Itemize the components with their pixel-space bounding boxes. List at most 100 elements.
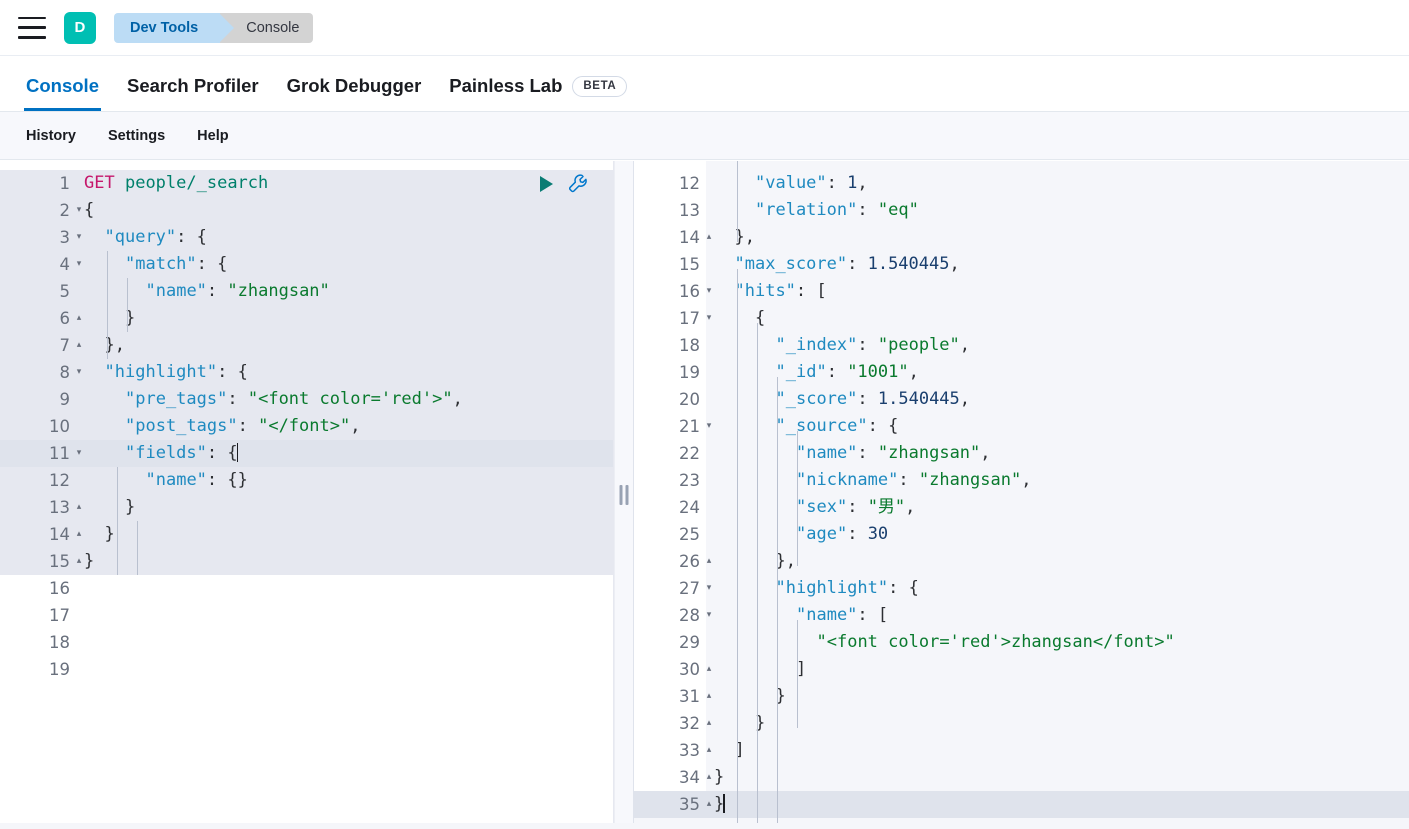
- indent-guide: [737, 161, 738, 242]
- tab-grok-debugger[interactable]: Grok Debugger: [273, 75, 436, 111]
- code-line[interactable]: },: [76, 332, 613, 359]
- code-line[interactable]: "post_tags": "</font>",: [76, 413, 613, 440]
- tab-grok-debugger-label: Grok Debugger: [287, 75, 422, 97]
- code-line[interactable]: "match": {: [76, 251, 613, 278]
- tab-console[interactable]: Console: [12, 75, 113, 111]
- line-number: 1: [0, 170, 76, 197]
- response-viewer-pane[interactable]: 121314▴1516▾17▾18192021▾2223242526▴27▾28…: [634, 161, 1409, 829]
- breadcrumb: Dev Tools Console: [114, 13, 313, 43]
- line-number: 34▴: [634, 764, 706, 791]
- line-number: 7▴: [0, 332, 76, 359]
- code-line[interactable]: "pre_tags": "<font color='red'>",: [76, 386, 613, 413]
- line-number: 13▴: [0, 494, 76, 521]
- line-number: 35▴: [634, 791, 706, 818]
- indent-guide: [797, 431, 798, 566]
- code-line[interactable]: "highlight": {: [76, 359, 613, 386]
- line-number: 14▴: [634, 224, 706, 251]
- code-line[interactable]: [76, 656, 613, 683]
- code-line[interactable]: }: [76, 521, 613, 548]
- run-request-icon[interactable]: [540, 176, 553, 192]
- line-number: 33▴: [634, 737, 706, 764]
- code-line[interactable]: }: [706, 683, 1409, 710]
- wrench-icon[interactable]: [567, 172, 591, 196]
- line-number: 23: [634, 467, 706, 494]
- code-line[interactable]: "highlight": {: [706, 575, 1409, 602]
- code-line[interactable]: }: [76, 305, 613, 332]
- code-line[interactable]: "name": "zhangsan": [76, 278, 613, 305]
- code-line[interactable]: "name": {}: [76, 467, 613, 494]
- line-number: 24: [634, 494, 706, 521]
- code-line[interactable]: }: [76, 548, 613, 575]
- tab-search-profiler-label: Search Profiler: [127, 75, 259, 97]
- response-code[interactable]: 121314▴1516▾17▾18192021▾2223242526▴27▾28…: [634, 161, 1409, 818]
- avatar[interactable]: D: [64, 12, 96, 44]
- request-code[interactable]: 12▾3▾4▾56▴7▴8▾91011▾1213▴14▴15▴16171819 …: [0, 161, 613, 683]
- tab-painless-lab[interactable]: Painless Lab BETA: [435, 75, 641, 111]
- line-number: 13: [634, 197, 706, 224]
- response-gutter[interactable]: 121314▴1516▾17▾18192021▾2223242526▴27▾28…: [634, 161, 706, 818]
- code-line[interactable]: [76, 575, 613, 602]
- code-line[interactable]: }: [706, 710, 1409, 737]
- code-line[interactable]: "name": [: [706, 602, 1409, 629]
- code-line[interactable]: }: [76, 494, 613, 521]
- breadcrumb-item-dev-tools[interactable]: Dev Tools: [114, 13, 220, 43]
- code-line[interactable]: "_source": {: [706, 413, 1409, 440]
- line-number: 28▾: [634, 602, 706, 629]
- response-lines[interactable]: "value": 1, "relation": "eq" }, "max_sco…: [706, 161, 1409, 818]
- code-line[interactable]: },: [706, 548, 1409, 575]
- subnav-item-help[interactable]: Help: [185, 122, 240, 150]
- code-line[interactable]: "hits": [: [706, 278, 1409, 305]
- line-number: 16▾: [634, 278, 706, 305]
- subnav-item-settings[interactable]: Settings: [96, 122, 177, 150]
- code-line[interactable]: "<font color='red'>zhangsan</font>": [706, 629, 1409, 656]
- indent-guide: [117, 467, 118, 575]
- console-subnav: History Settings Help: [0, 112, 1409, 160]
- code-line[interactable]: "_score": 1.540445,: [706, 386, 1409, 413]
- code-line[interactable]: [76, 629, 613, 656]
- request-editor-pane[interactable]: 12▾3▾4▾56▴7▴8▾91011▾1213▴14▴15▴16171819 …: [0, 161, 614, 829]
- line-number: 15▴: [0, 548, 76, 575]
- code-line[interactable]: "_index": "people",: [706, 332, 1409, 359]
- request-gutter[interactable]: 12▾3▾4▾56▴7▴8▾91011▾1213▴14▴15▴16171819: [0, 161, 76, 683]
- code-line[interactable]: ]: [706, 737, 1409, 764]
- request-lines[interactable]: GET people/_search{ "query": { "match": …: [76, 161, 613, 683]
- line-number: 20: [634, 386, 706, 413]
- indent-guide: [777, 377, 778, 829]
- beta-badge: BETA: [572, 76, 627, 97]
- code-line[interactable]: {: [706, 305, 1409, 332]
- code-line[interactable]: "nickname": "zhangsan",: [706, 467, 1409, 494]
- code-line[interactable]: }: [706, 791, 1409, 818]
- line-number: 15: [634, 251, 706, 278]
- line-number: 3▾: [0, 224, 76, 251]
- line-number: 31▴: [634, 683, 706, 710]
- tab-search-profiler[interactable]: Search Profiler: [113, 75, 273, 111]
- code-line[interactable]: "age": 30: [706, 521, 1409, 548]
- subnav-item-history[interactable]: History: [14, 122, 88, 150]
- request-actions: [540, 170, 591, 197]
- code-line[interactable]: "_id": "1001",: [706, 359, 1409, 386]
- indent-guide: [127, 278, 128, 332]
- code-line[interactable]: "value": 1,: [706, 170, 1409, 197]
- code-line[interactable]: "max_score": 1.540445,: [706, 251, 1409, 278]
- code-line[interactable]: }: [706, 764, 1409, 791]
- hamburger-menu-icon[interactable]: [18, 17, 46, 39]
- code-line[interactable]: "sex": "男",: [706, 494, 1409, 521]
- code-line[interactable]: ]: [706, 656, 1409, 683]
- code-line[interactable]: "fields": {: [76, 440, 613, 467]
- code-line[interactable]: "query": {: [76, 224, 613, 251]
- code-line[interactable]: "name": "zhangsan",: [706, 440, 1409, 467]
- line-number: 19: [634, 359, 706, 386]
- pane-splitter[interactable]: [614, 161, 634, 829]
- line-number: 8▾: [0, 359, 76, 386]
- code-line[interactable]: "relation": "eq": [706, 197, 1409, 224]
- indent-guide: [757, 323, 758, 829]
- code-line[interactable]: GET people/_search: [76, 170, 613, 197]
- code-line[interactable]: {: [76, 197, 613, 224]
- text-cursor: [237, 443, 239, 462]
- code-line[interactable]: },: [706, 224, 1409, 251]
- code-line[interactable]: [76, 602, 613, 629]
- tab-painless-lab-label: Painless Lab: [449, 75, 562, 97]
- line-number: 32▴: [634, 710, 706, 737]
- line-number: 11▾: [0, 440, 76, 467]
- pane-resize-grip[interactable]: [620, 485, 629, 505]
